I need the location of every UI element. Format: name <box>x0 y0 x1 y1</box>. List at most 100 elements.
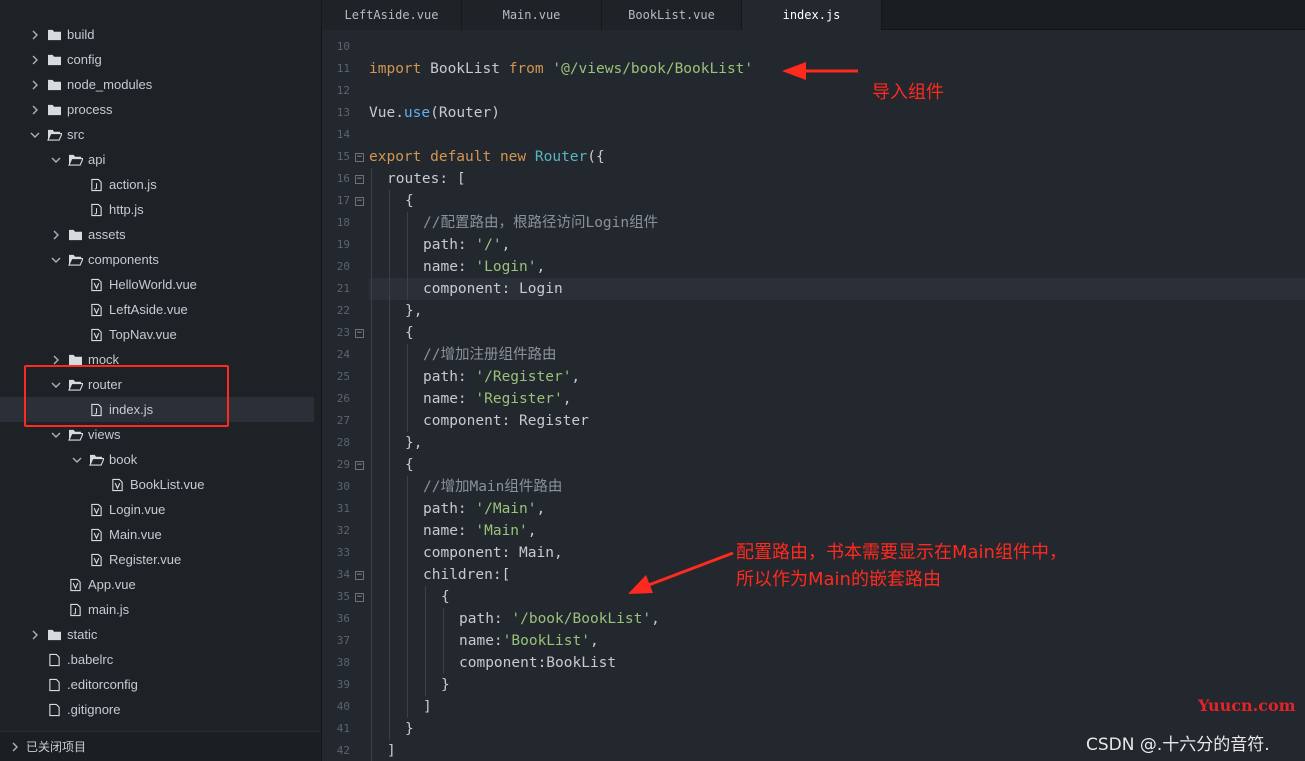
chevron-down-icon[interactable] <box>28 128 42 142</box>
code-line[interactable]: name: 'Login', <box>369 256 545 278</box>
tree-file-main-vue[interactable]: Main.vue <box>0 522 314 547</box>
js-file-icon <box>88 403 104 417</box>
code-token: , <box>589 633 599 649</box>
tree-folder-process[interactable]: process <box>0 97 314 122</box>
code-line[interactable]: path: '/Register', <box>369 366 580 388</box>
tab-booklist-vue[interactable]: BookList.vue <box>602 0 742 30</box>
code-line[interactable]: component: Register <box>369 410 589 432</box>
closed-projects-row[interactable]: 已关闭项目 <box>0 731 321 761</box>
chevron-down-icon[interactable] <box>49 428 63 442</box>
code-line[interactable]: { <box>369 190 414 212</box>
code-line[interactable]: name: 'Register', <box>369 388 571 410</box>
code-token: name: <box>423 523 476 539</box>
code-line[interactable]: name: 'Main', <box>369 520 537 542</box>
tree-folder-static[interactable]: static <box>0 622 314 647</box>
tree-file-action-js[interactable]: action.js <box>0 172 314 197</box>
tree-file-app-vue[interactable]: App.vue <box>0 572 314 597</box>
tree-folder-build[interactable]: build <box>0 22 314 47</box>
code-line[interactable]: component: Main, <box>369 542 563 564</box>
code-line[interactable]: name:'BookList', <box>369 630 599 652</box>
tree-folder-api[interactable]: api <box>0 147 314 172</box>
tree-file--gitignore[interactable]: .gitignore <box>0 697 314 722</box>
code-token: children:[ <box>423 567 511 583</box>
tree-folder-views[interactable]: views <box>0 422 314 447</box>
code-line[interactable]: path: '/', <box>369 234 510 256</box>
code-line[interactable]: path: '/book/BookList', <box>369 608 660 630</box>
code-line[interactable]: component: Login <box>369 278 1305 300</box>
fold-toggle-icon[interactable]: − <box>355 197 364 206</box>
tree-file-leftaside-vue[interactable]: LeftAside.vue <box>0 297 314 322</box>
chevron-down-icon[interactable] <box>49 153 63 167</box>
tree-file-http-js[interactable]: http.js <box>0 197 314 222</box>
tree-item-label: .editorconfig <box>67 677 138 692</box>
code-line[interactable]: { <box>369 322 414 344</box>
tree-file-register-vue[interactable]: Register.vue <box>0 547 314 572</box>
tree-folder-src[interactable]: src <box>0 122 314 147</box>
code-line[interactable]: ] <box>369 696 432 718</box>
fold-toggle-icon[interactable]: − <box>355 329 364 338</box>
chevron-right-icon[interactable] <box>28 628 42 642</box>
fold-toggle-icon[interactable]: − <box>355 593 364 602</box>
tree-item-label: LeftAside.vue <box>109 302 188 317</box>
tree-file-topnav-vue[interactable]: TopNav.vue <box>0 322 314 347</box>
tree-folder-node_modules[interactable]: node_modules <box>0 72 314 97</box>
chevron-down-icon[interactable] <box>49 378 63 392</box>
tree-file--babelrc[interactable]: .babelrc <box>0 647 314 672</box>
tree-folder-mock[interactable]: mock <box>0 347 314 372</box>
chevron-right-icon[interactable] <box>28 28 42 42</box>
tree-folder-config[interactable]: config <box>0 47 314 72</box>
tree-file--editorconfig[interactable]: .editorconfig <box>0 672 314 697</box>
code-line[interactable]: }, <box>369 432 422 454</box>
folder-open-icon <box>67 153 83 167</box>
code-token: path: <box>459 611 512 627</box>
code-line[interactable]: routes: [ <box>369 168 466 190</box>
code-line[interactable]: //增加注册组件路由 <box>369 344 556 366</box>
line-number: 25 <box>336 370 350 383</box>
chevron-down-icon[interactable] <box>49 253 63 267</box>
tree-file-booklist-vue[interactable]: BookList.vue <box>0 472 314 497</box>
chevron-right-icon[interactable] <box>49 353 63 367</box>
code-line[interactable]: { <box>369 454 414 476</box>
chevron-right-icon[interactable] <box>28 78 42 92</box>
code-editor[interactable]: 10 11 12 13 14 15−16−17−18 19 20 21 22 23−24 25 26 27… <box>322 30 1305 761</box>
code-line[interactable]: } <box>369 674 450 696</box>
tree-folder-components[interactable]: components <box>0 247 314 272</box>
code-token: //增加注册组件路由 <box>423 347 557 363</box>
code-line[interactable]: { <box>369 586 450 608</box>
code-line[interactable]: export default new Router({ <box>369 146 605 168</box>
tab-index-js[interactable]: index.js <box>742 0 882 30</box>
tree-file-index-js[interactable]: index.js <box>0 397 314 422</box>
code-token: component:BookList <box>459 655 617 671</box>
tree-file-helloworld-vue[interactable]: HelloWorld.vue <box>0 272 314 297</box>
tree-file-login-vue[interactable]: Login.vue <box>0 497 314 522</box>
code-line[interactable]: children:[ <box>369 564 510 586</box>
fold-toggle-icon[interactable]: − <box>355 461 364 470</box>
chevron-right-icon[interactable] <box>49 228 63 242</box>
fold-toggle-icon[interactable]: − <box>355 571 364 580</box>
tree-folder-assets[interactable]: assets <box>0 222 314 247</box>
tab-main-vue[interactable]: Main.vue <box>462 0 602 30</box>
code-line[interactable]: path: '/Main', <box>369 498 545 520</box>
code-token: ] <box>423 699 432 715</box>
code-line[interactable]: //增加Main组件路由 <box>369 476 562 498</box>
code-line[interactable]: //配置路由，根路径访问Login组件 <box>369 212 658 234</box>
code-line[interactable]: Vue.use(Router) <box>369 102 500 124</box>
code-line[interactable]: import BookList from '@/views/book/BookL… <box>369 58 753 80</box>
code-line[interactable]: } <box>369 718 414 740</box>
chevron-down-icon[interactable] <box>70 453 84 467</box>
tree-folder-book[interactable]: book <box>0 447 314 472</box>
code-token: '/' <box>475 237 502 253</box>
tree-item-label: main.js <box>88 602 130 617</box>
fold-toggle-icon[interactable]: − <box>355 153 364 162</box>
code-line[interactable]: ] <box>369 740 396 761</box>
chevron-right-icon[interactable] <box>28 53 42 67</box>
tree-file-main-js[interactable]: main.js <box>0 597 314 622</box>
tree-folder-router[interactable]: router <box>0 372 314 397</box>
code-line[interactable]: }, <box>369 300 422 322</box>
chevron-right-icon[interactable] <box>28 103 42 117</box>
tab-leftaside-vue[interactable]: LeftAside.vue <box>322 0 462 30</box>
code-token: 'Register' <box>475 391 563 407</box>
vue-file-icon <box>88 503 104 517</box>
fold-toggle-icon[interactable]: − <box>355 175 364 184</box>
